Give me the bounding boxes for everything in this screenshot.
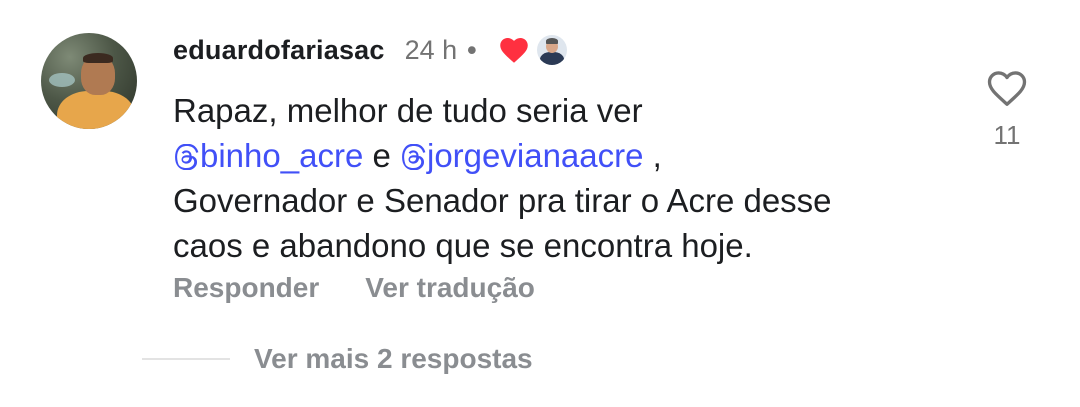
mention-trailing-comma: , (643, 137, 662, 174)
comment-item: eduardofariasac 24 h • Rapaz, melhor de … (0, 0, 1080, 407)
reply-button[interactable]: Responder (173, 272, 319, 304)
separator-dot: • (467, 34, 477, 65)
threads-icon (402, 144, 426, 170)
replies-divider-line (142, 358, 230, 360)
user-avatar[interactable] (41, 33, 137, 129)
author-avatar (536, 35, 567, 65)
mention-username[interactable]: jorgevianaacre (427, 137, 643, 174)
view-replies-button[interactable]: Ver mais 2 respostas (254, 343, 533, 375)
heart-outline-icon[interactable] (986, 68, 1028, 108)
mention-link[interactable]: binho_acre (173, 137, 363, 174)
author-avatar-suit (539, 52, 564, 65)
comment-text: Rapaz, melhor de tudo seria ver binho_ac… (173, 88, 973, 268)
timestamp: 24 h (404, 34, 458, 65)
comment-line-1: Rapaz, melhor de tudo seria ver (173, 92, 643, 129)
author-avatar-hair (545, 38, 558, 44)
translate-button[interactable]: Ver tradução (365, 272, 535, 304)
avatar-background-light (49, 73, 75, 87)
username[interactable]: eduardofariasac (173, 35, 385, 66)
comment-line-4: caos e abandono que se encontra hoje. (173, 227, 753, 264)
mention-link[interactable]: jorgevianaacre (400, 137, 643, 174)
like-count: 11 (993, 120, 1021, 150)
mention-connector: e (363, 137, 400, 174)
avatar-hair (83, 53, 113, 63)
heart-filled-icon (499, 36, 529, 64)
comment-actions: Responder Ver tradução (173, 272, 535, 304)
like-column: 11 (984, 68, 1030, 151)
comment-line-3: Governador e Senador pra tirar o Acre de… (173, 182, 832, 219)
view-replies[interactable]: Ver mais 2 respostas (142, 343, 533, 375)
comment-header: eduardofariasac 24 h • (173, 30, 567, 70)
comment-line-2: binho_acre e jorgevianaacre , (173, 133, 973, 178)
threads-icon (175, 144, 199, 170)
avatar-shirt (57, 91, 135, 129)
mention-username[interactable]: binho_acre (200, 137, 363, 174)
